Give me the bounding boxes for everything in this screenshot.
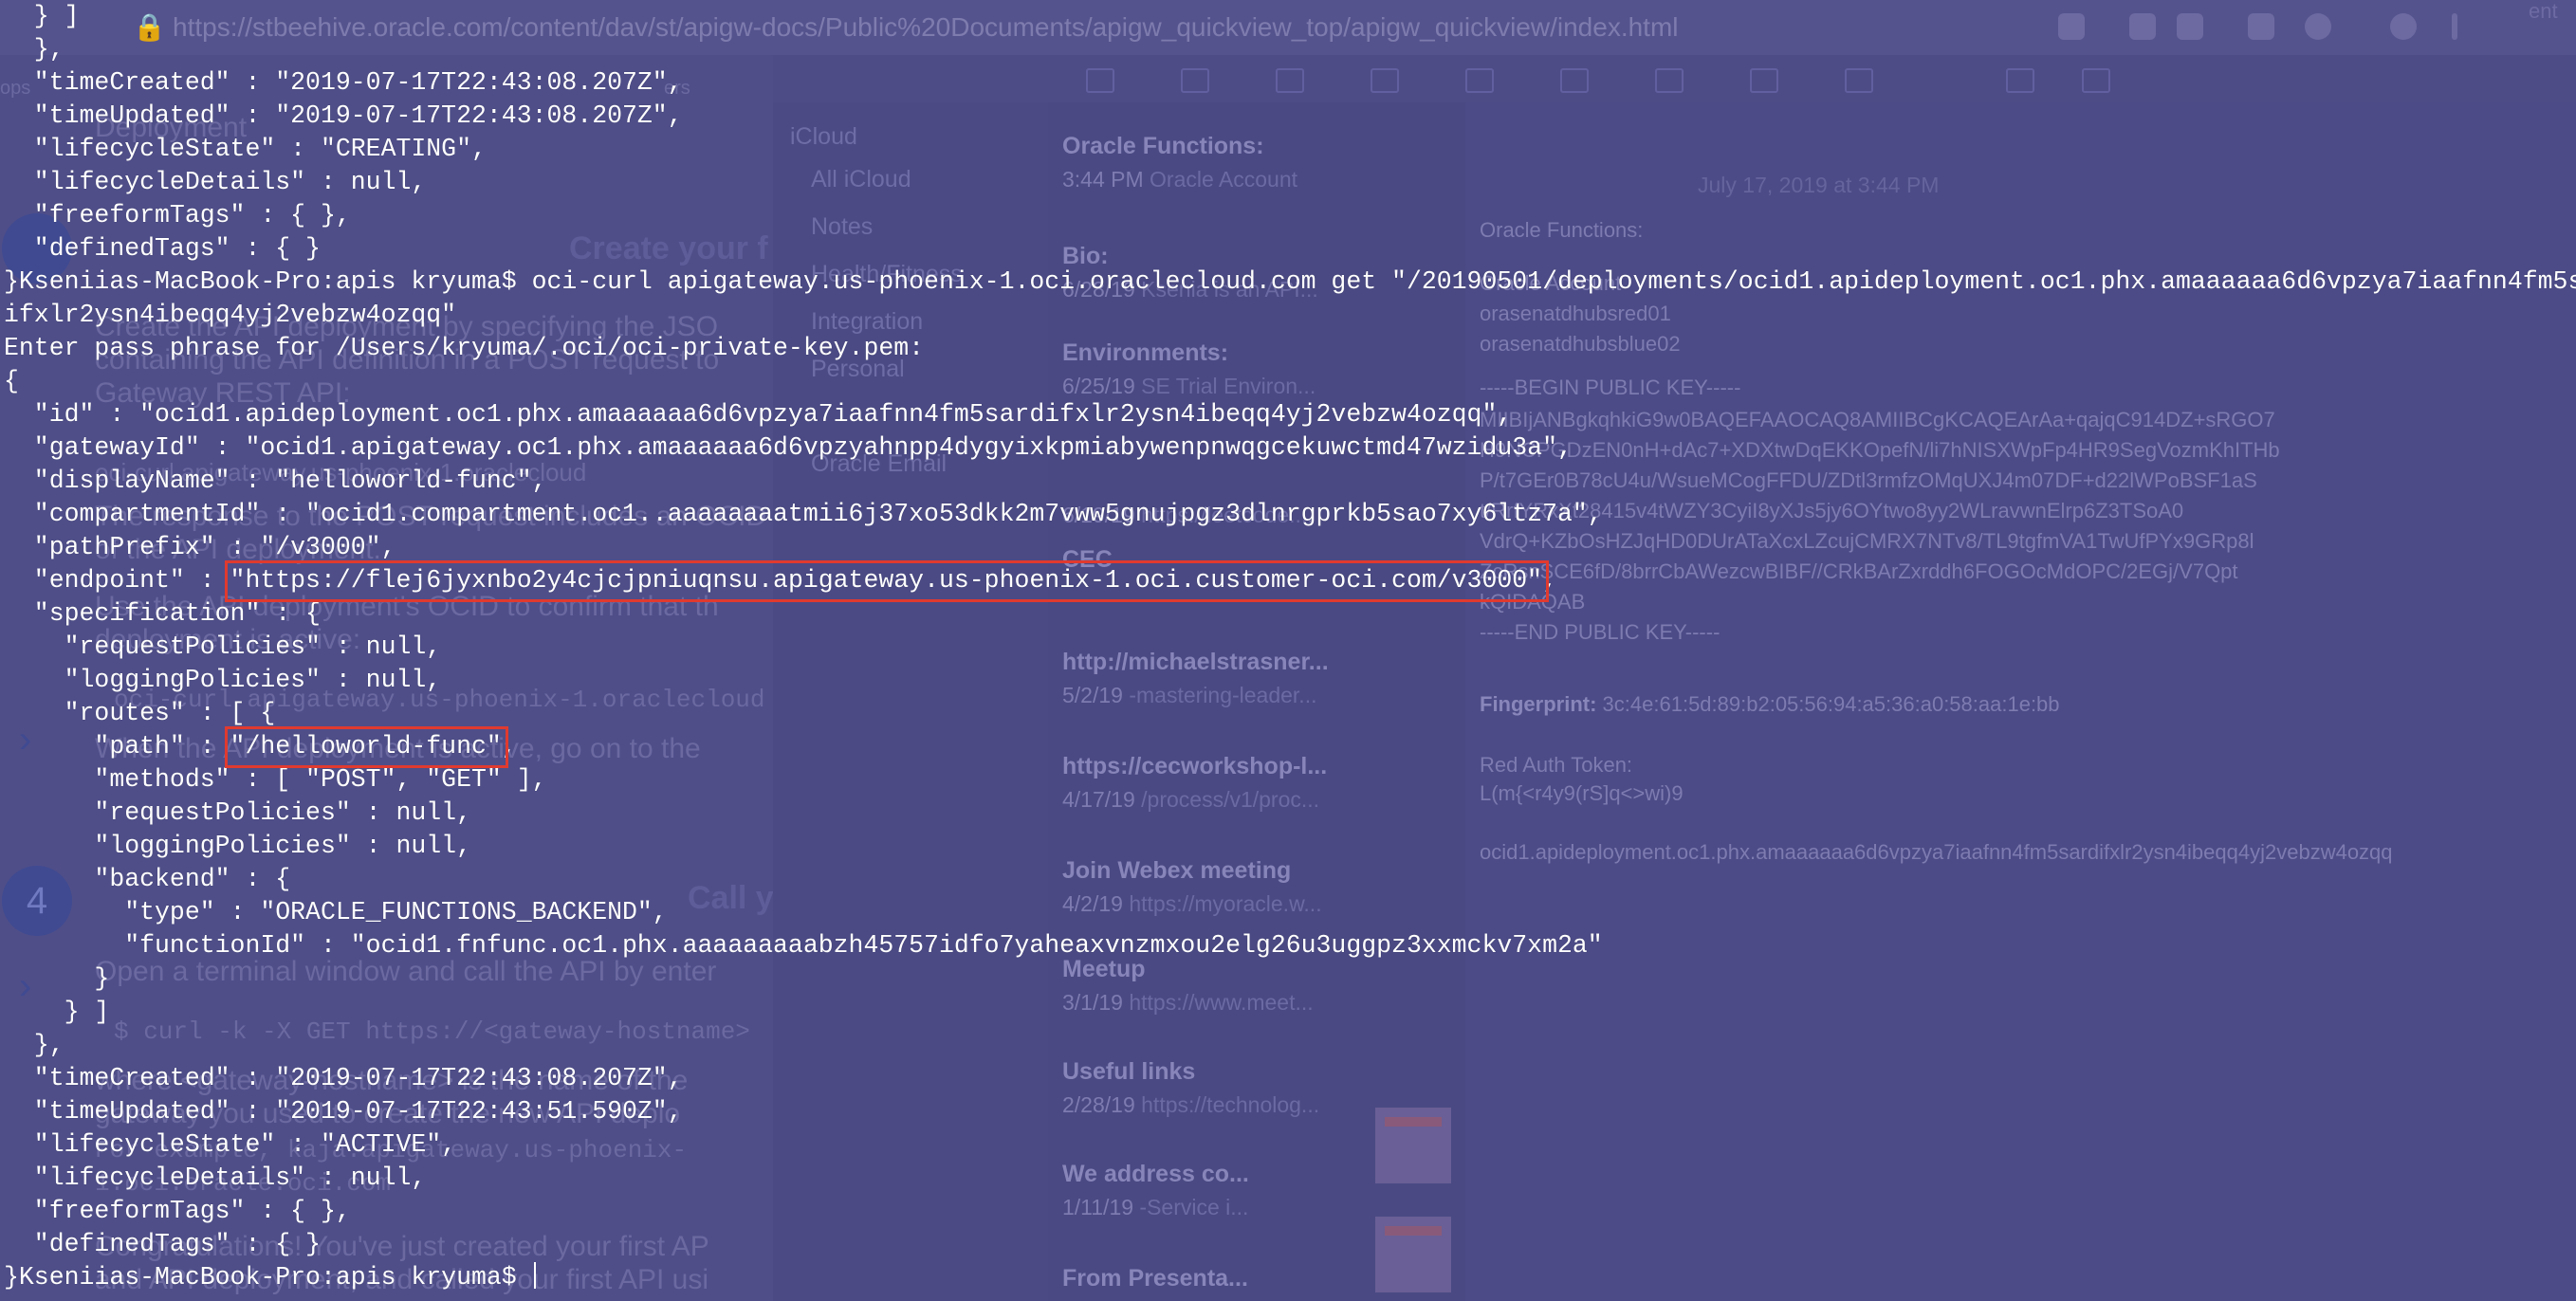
terminal-line: "freeformTags" : { },	[4, 1195, 2576, 1228]
terminal-line: "loggingPolicies" : null,	[4, 830, 2576, 863]
terminal-line-text: "loggingPolicies" : null,	[4, 832, 471, 860]
terminal-line: "routes" : [ {	[4, 697, 2576, 730]
terminal-output[interactable]: } ] }, "timeCreated" : "2019-07-17T22:43…	[4, 0, 2576, 1294]
terminal-line: ifxlr2ysn4ibeqq4yj2vebzw4ozqq"	[4, 299, 2576, 332]
terminal-line: }Kseniias-MacBook-Pro:apis kryuma$	[4, 1261, 2576, 1294]
terminal-line: "backend" : {	[4, 863, 2576, 896]
terminal-line: "timeCreated" : "2019-07-17T22:43:08.207…	[4, 66, 2576, 100]
terminal-line-text: "definedTags" : { }	[4, 1230, 321, 1258]
terminal-line-text: "timeUpdated" : "2019-07-17T22:43:08.207…	[4, 101, 683, 130]
terminal-line-text: "lifecycleState" : "CREATING",	[4, 135, 487, 163]
terminal-line-text: "lifecycleDetails" : null,	[4, 1164, 427, 1192]
terminal-line-text: "loggingPolicies" : null,	[4, 666, 442, 694]
terminal-line-text: "definedTags" : { }	[4, 234, 321, 263]
terminal-line: "methods" : [ "POST", "GET" ],	[4, 763, 2576, 797]
terminal-line-text: {	[4, 367, 19, 395]
terminal-line: "lifecycleState" : "CREATING",	[4, 133, 2576, 166]
terminal-line-text: "type" : "ORACLE_FUNCTIONS_BACKEND",	[4, 898, 668, 926]
terminal-line-text: "methods" : [ "POST", "GET" ],	[4, 765, 547, 794]
terminal-line-text: "timeUpdated" : "2019-07-17T22:43:51.590…	[4, 1097, 683, 1126]
terminal-line-text: }	[4, 964, 110, 993]
terminal-line-text: }Kseniias-MacBook-Pro:apis kryuma$ oci-c…	[4, 267, 2576, 296]
terminal-line-text: "lifecycleDetails" : null,	[4, 168, 427, 196]
terminal-line-text: "specification" : {	[4, 599, 321, 628]
terminal-line: "lifecycleState" : "ACTIVE",	[4, 1128, 2576, 1162]
route-path-value: "/helloworld-func"	[224, 726, 508, 768]
terminal-line: "compartmentId" : "ocid1.compartment.oc1…	[4, 498, 2576, 531]
terminal-line: "lifecycleDetails" : null,	[4, 166, 2576, 199]
terminal-line: "timeUpdated" : "2019-07-17T22:43:08.207…	[4, 100, 2576, 133]
terminal-line-text: "requestPolicies" : null,	[4, 632, 442, 661]
endpoint-value: "https://flej6jyxnbo2y4cjcjpniuqnsu.apig…	[224, 560, 1550, 602]
terminal-punctuation: ,	[1542, 566, 1557, 595]
path-highlight-box	[224, 726, 508, 768]
terminal-line: "path" : "/helloworld-func",	[4, 726, 2576, 768]
terminal-line-text: "id" : "ocid1.apideployment.oc1.phx.amaa…	[4, 400, 1513, 429]
terminal-line-text: } ]	[4, 2, 80, 30]
terminal-line: "freeformTags" : { },	[4, 199, 2576, 232]
terminal-line-text: } ]	[4, 998, 110, 1026]
terminal-cursor[interactable]	[533, 1262, 536, 1289]
terminal-line-text: "freeformTags" : { },	[4, 201, 351, 229]
terminal-line-text: "timeCreated" : "2019-07-17T22:43:08.207…	[4, 1064, 683, 1092]
terminal-line: {	[4, 365, 2576, 398]
terminal-line-text: "backend" : {	[4, 865, 291, 893]
terminal-line: "functionId" : "ocid1.fnfunc.oc1.phx.aaa…	[4, 929, 2576, 962]
terminal-punctuation: ,	[501, 732, 517, 760]
terminal-line-text: },	[4, 1031, 64, 1059]
terminal-line: "type" : "ORACLE_FUNCTIONS_BACKEND",	[4, 896, 2576, 929]
terminal-line-text: "timeCreated" : "2019-07-17T22:43:08.207…	[4, 68, 683, 97]
terminal-line-text: "functionId" : "ocid1.fnfunc.oc1.phx.aaa…	[4, 931, 1603, 960]
terminal-line-text: }Kseniias-MacBook-Pro:apis kryuma$	[4, 1263, 532, 1292]
terminal-line: "pathPrefix" : "/v3000",	[4, 531, 2576, 564]
terminal-line: "displayName" : "helloworld-func",	[4, 465, 2576, 498]
terminal-line-text: "endpoint" :	[4, 566, 230, 595]
terminal-line-text: "routes" : [ {	[4, 699, 276, 727]
terminal-line: "requestPolicies" : null,	[4, 797, 2576, 830]
terminal-line: },	[4, 33, 2576, 66]
terminal-line: } ]	[4, 996, 2576, 1029]
terminal-line-text: "compartmentId" : "ocid1.compartment.oc1…	[4, 500, 1603, 528]
terminal-line: "definedTags" : { }	[4, 232, 2576, 266]
terminal-line-text: "pathPrefix" : "/v3000",	[4, 533, 396, 561]
terminal-line: "loggingPolicies" : null,	[4, 664, 2576, 697]
terminal-line: "requestPolicies" : null,	[4, 631, 2576, 664]
terminal-line-text: Enter pass phrase for /Users/kryuma/.oci…	[4, 334, 925, 362]
terminal-line-text: ifxlr2ysn4ibeqq4yj2vebzw4ozqq"	[4, 301, 457, 329]
terminal-line-text: "displayName" : "helloworld-func",	[4, 467, 547, 495]
terminal-line-text: "requestPolicies" : null,	[4, 798, 471, 827]
terminal-line-text: "lifecycleState" : "ACTIVE",	[4, 1130, 457, 1159]
terminal-line: "timeUpdated" : "2019-07-17T22:43:51.590…	[4, 1095, 2576, 1128]
terminal-line-text: "freeformTags" : { },	[4, 1197, 351, 1225]
terminal-line: } ]	[4, 0, 2576, 33]
terminal-line-text: },	[4, 35, 64, 64]
terminal-line: "specification" : {	[4, 597, 2576, 631]
terminal-line: Enter pass phrase for /Users/kryuma/.oci…	[4, 332, 2576, 365]
terminal-line: "id" : "ocid1.apideployment.oc1.phx.amaa…	[4, 398, 2576, 431]
terminal-line: "timeCreated" : "2019-07-17T22:43:08.207…	[4, 1062, 2576, 1095]
terminal-line-text: "path" :	[4, 732, 230, 760]
terminal-line: }	[4, 962, 2576, 996]
endpoint-highlight-box	[224, 560, 1550, 602]
terminal-line-text: "gatewayId" : "ocid1.apigateway.oc1.phx.…	[4, 433, 1573, 462]
terminal-line: "endpoint" : "https://flej6jyxnbo2y4cjcj…	[4, 560, 2576, 602]
terminal-line: "definedTags" : { }	[4, 1228, 2576, 1261]
terminal-line: },	[4, 1029, 2576, 1062]
terminal-line: "lifecycleDetails" : null,	[4, 1162, 2576, 1195]
terminal-line: }Kseniias-MacBook-Pro:apis kryuma$ oci-c…	[4, 266, 2576, 299]
terminal-line: "gatewayId" : "ocid1.apigateway.oc1.phx.…	[4, 431, 2576, 465]
